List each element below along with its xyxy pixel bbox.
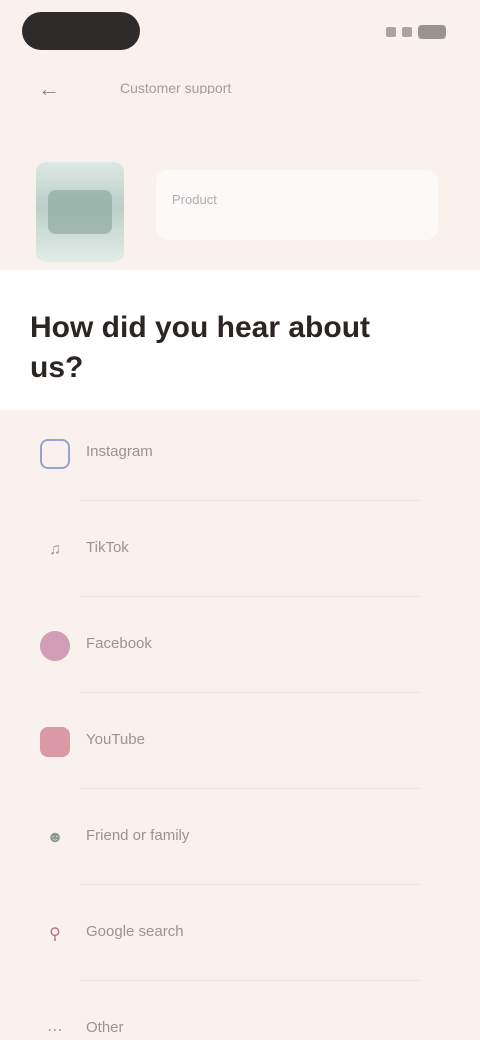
wifi-icon [402,27,412,37]
back-arrow-icon: ← [38,76,60,101]
tiktok-icon: ♫ [49,541,61,558]
product-name: Product [172,192,217,207]
top-bar: ← Customer support [0,64,480,112]
option-instagram[interactable]: Instagram [0,405,480,501]
option-label: Friend or family [86,827,190,844]
option-label: Instagram [86,443,153,460]
option-label: Google search [86,923,184,940]
battery-icon [418,25,446,39]
people-icon: ☻ [46,829,64,846]
question-block: How did you hear about us? [0,270,480,410]
instagram-icon [40,439,70,469]
camera-pill [22,12,140,50]
product-info: Product [156,170,438,240]
product-shape [48,190,112,234]
status-icons [386,22,446,42]
option-label: Other [86,1019,124,1036]
search-icon: ⚲ [49,926,61,943]
option-friend-family[interactable]: ☻ Friend or family [0,789,480,885]
option-label: Facebook [86,635,152,652]
facebook-icon [40,631,70,661]
signal-icon [386,27,396,37]
question-heading: How did you hear about us? [30,311,371,384]
options-list: Instagram ♫ TikTok Facebook YouTube ☻ Fr… [0,405,480,1040]
option-label: YouTube [86,731,145,748]
status-bar [0,0,480,64]
product-card: Product [0,140,480,270]
option-google-search[interactable]: ⚲ Google search [0,885,480,981]
option-facebook[interactable]: Facebook [0,597,480,693]
youtube-icon [40,727,70,757]
option-tiktok[interactable]: ♫ TikTok [0,501,480,597]
option-label: TikTok [86,539,129,556]
option-youtube[interactable]: YouTube [0,693,480,789]
back-button[interactable]: ← [34,76,64,102]
option-other[interactable]: ⋯ Other [0,981,480,1040]
page-title: Customer support [120,80,232,94]
product-image [36,162,124,262]
more-icon: ⋯ [47,1022,63,1039]
